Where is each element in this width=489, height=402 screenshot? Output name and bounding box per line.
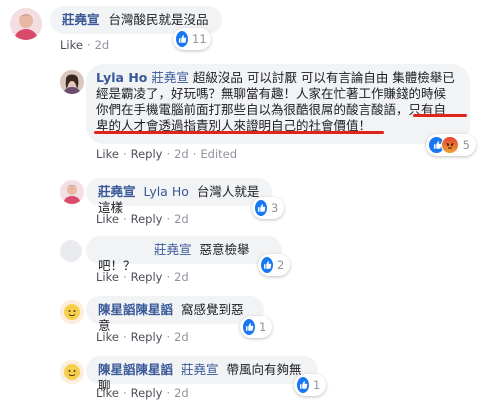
comment-actions: Like · Reply · 2d xyxy=(96,212,189,226)
comment-bubble: 莊堯宣 Lyla Ho 台灣人就是這樣 xyxy=(86,178,272,215)
mention-tag[interactable]: 莊堯宣 xyxy=(154,242,192,257)
comment-author[interactable]: 陳星謟陳星謟 xyxy=(98,362,173,377)
like-link[interactable]: Like xyxy=(96,330,119,344)
comment-actions: Like · Reply · 2d xyxy=(96,386,189,400)
comment-actions: Like · Reply · 2d xyxy=(96,330,189,344)
comment-bubble: 陳星謟陳星謟 窩感覺到惡意 xyxy=(86,296,264,333)
mention-tag[interactable]: Lyla Ho xyxy=(144,184,189,199)
like-link[interactable]: Like xyxy=(96,270,119,284)
comment-author[interactable]: 莊堯宣 xyxy=(62,12,100,27)
comment-text-line-3: 你們在手機電腦前面打那些自以為很酷很屌的酸言酸語，只有自 xyxy=(96,102,447,117)
reaction-count: 1 xyxy=(259,320,267,334)
avatar-photo xyxy=(10,8,42,40)
comment-bubble: 陳星謟陳星謟 莊堯宣 帶風向有夠無聊 xyxy=(86,356,318,393)
avatar[interactable] xyxy=(60,70,84,94)
comment-text-line-2: 經是霸凌了，好玩嗎？無聊當有趣！人家在忙著工作賺錢的時候 xyxy=(96,86,447,101)
like-icon xyxy=(297,377,309,393)
reaction-count: 2 xyxy=(277,258,285,272)
reaction-summary[interactable]: 1 xyxy=(294,374,326,396)
avatar[interactable] xyxy=(60,180,84,204)
reaction-count: 11 xyxy=(192,32,207,46)
timestamp[interactable]: 2d xyxy=(95,38,110,52)
reaction-count: 5 xyxy=(462,138,470,152)
reaction-summary[interactable]: 11 xyxy=(173,28,211,50)
reaction-summary[interactable]: 1 xyxy=(240,316,272,338)
avatar-photo xyxy=(60,360,84,384)
reply-link[interactable]: Reply xyxy=(131,386,163,400)
reaction-count: 1 xyxy=(313,378,321,392)
avatar-photo xyxy=(60,300,84,324)
like-icon xyxy=(176,31,188,47)
timestamp[interactable]: 2d xyxy=(174,147,189,161)
avatar-photo xyxy=(60,70,84,94)
timestamp[interactable]: 2d xyxy=(174,330,189,344)
timestamp[interactable]: 2d xyxy=(174,212,189,226)
reply-link[interactable]: Reply xyxy=(131,270,163,284)
like-link[interactable]: Like xyxy=(96,147,119,161)
comment-author[interactable]: 陳星謟陳星謟 xyxy=(98,302,173,317)
highlight-underline xyxy=(413,114,467,117)
reply-link[interactable]: Reply xyxy=(131,330,163,344)
avatar[interactable] xyxy=(60,300,84,324)
mention-tag[interactable]: 莊堯宣 xyxy=(181,362,219,377)
highlight-underline xyxy=(94,131,384,134)
like-link[interactable]: Like xyxy=(60,38,83,52)
avatar[interactable] xyxy=(60,240,82,262)
comment-author[interactable]: Lyla Ho xyxy=(96,70,147,85)
comment-text: 台灣酸民就是沒品 xyxy=(108,12,209,27)
edited-label: Edited xyxy=(200,147,238,161)
comment-text-line-1: 超級沒品 可以討厭 可以有言論自由 集體檢舉已 xyxy=(192,70,455,85)
comment-author[interactable]: 莊堯宣 xyxy=(98,184,136,199)
reaction-summary[interactable]: 5 xyxy=(426,134,476,156)
reply-link[interactable]: Reply xyxy=(131,212,163,226)
comment-line: Lyla Ho 莊堯宣 超級沒品 可以討厭 可以有言論自由 集體檢舉已 xyxy=(96,70,460,86)
like-icon xyxy=(255,200,267,216)
reaction-summary[interactable]: 3 xyxy=(252,197,284,219)
like-icon xyxy=(243,319,255,335)
like-link[interactable]: Like xyxy=(96,386,119,400)
comment-actions: Like · Reply · 2d xyxy=(96,270,189,284)
mention-tag[interactable]: 莊堯宣 xyxy=(151,70,189,85)
comment-actions: Like · 2d xyxy=(60,38,110,52)
like-link[interactable]: Like xyxy=(96,212,119,226)
reaction-count: 3 xyxy=(271,201,279,215)
avatar-photo xyxy=(60,180,84,204)
timestamp[interactable]: 2d xyxy=(174,386,189,400)
reply-link[interactable]: Reply xyxy=(131,147,163,161)
comment-bubble: 莊堯宣 惡意檢舉吧！？ xyxy=(86,236,282,273)
comment-actions: Like · Reply · 2d · Edited xyxy=(96,147,238,161)
avatar[interactable] xyxy=(10,8,42,40)
avatar[interactable] xyxy=(60,360,84,384)
like-icon xyxy=(261,257,273,273)
angry-icon xyxy=(441,136,459,154)
timestamp[interactable]: 2d xyxy=(174,270,189,284)
reaction-summary[interactable]: 2 xyxy=(258,254,290,276)
